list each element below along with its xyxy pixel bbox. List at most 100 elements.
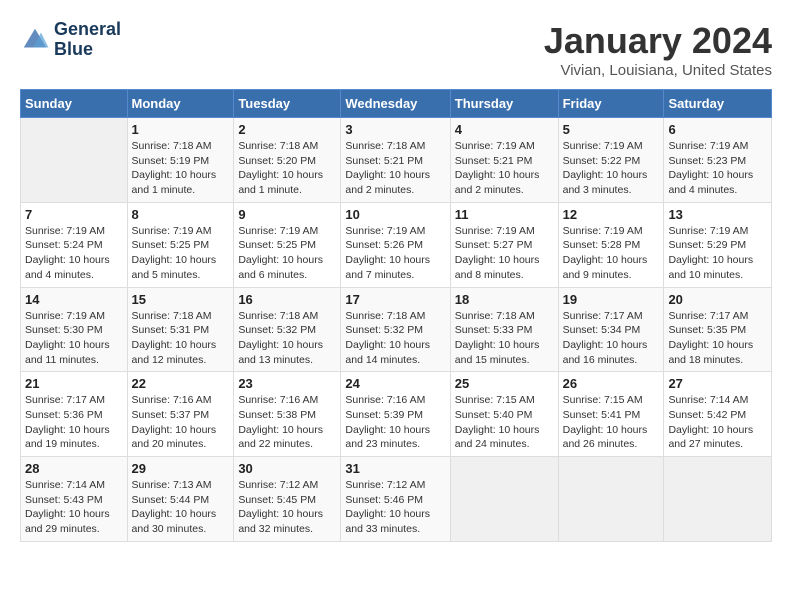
day-info: Sunrise: 7:12 AM Sunset: 5:46 PM Dayligh… <box>345 478 445 537</box>
week-row-5: 28 Sunrise: 7:14 AM Sunset: 5:43 PM Dayli… <box>21 457 772 542</box>
calendar-cell: 22 Sunrise: 7:16 AM Sunset: 5:37 PM Dayli… <box>127 372 234 457</box>
calendar-cell <box>21 118 128 203</box>
calendar-cell: 27Sunrise: 7:14 AM Sunset: 5:42 PM Dayli… <box>664 372 772 457</box>
day-number: 23 <box>238 376 336 391</box>
logo: General Blue <box>20 20 121 60</box>
calendar-cell: 7 Sunrise: 7:19 AM Sunset: 5:24 PM Daylig… <box>21 202 128 287</box>
day-number: 18 <box>455 292 554 307</box>
day-number: 20 <box>668 292 767 307</box>
calendar-cell: 3Sunrise: 7:18 AM Sunset: 5:21 PM Daylig… <box>341 118 450 203</box>
day-number: 11 <box>455 207 554 222</box>
week-row-4: 21 Sunrise: 7:17 AM Sunset: 5:36 PM Dayli… <box>21 372 772 457</box>
calendar-cell: 19 Sunrise: 7:17 AM Sunset: 5:34 PM Dayli… <box>558 287 664 372</box>
calendar-cell: 15 Sunrise: 7:18 AM Sunset: 5:31 PM Dayli… <box>127 287 234 372</box>
calendar-cell: 6Sunrise: 7:19 AM Sunset: 5:23 PM Daylig… <box>664 118 772 203</box>
day-number: 24 <box>345 376 445 391</box>
week-row-3: 14Sunrise: 7:19 AM Sunset: 5:30 PM Dayli… <box>21 287 772 372</box>
calendar-cell: 16Sunrise: 7:18 AM Sunset: 5:32 PM Dayli… <box>234 287 341 372</box>
calendar-table: SundayMondayTuesdayWednesdayThursdayFrid… <box>20 89 772 542</box>
day-header-tuesday: Tuesday <box>234 90 341 118</box>
calendar-cell: 8Sunrise: 7:19 AM Sunset: 5:25 PM Daylig… <box>127 202 234 287</box>
days-header-row: SundayMondayTuesdayWednesdayThursdayFrid… <box>21 90 772 118</box>
day-number: 25 <box>455 376 554 391</box>
day-number: 6 <box>668 122 767 137</box>
calendar-cell: 31Sunrise: 7:12 AM Sunset: 5:46 PM Dayli… <box>341 457 450 542</box>
calendar-cell: 30 Sunrise: 7:12 AM Sunset: 5:45 PM Dayli… <box>234 457 341 542</box>
day-info: Sunrise: 7:18 AM Sunset: 5:31 PM Dayligh… <box>132 309 230 368</box>
day-info: Sunrise: 7:19 AM Sunset: 5:21 PM Dayligh… <box>455 139 554 198</box>
calendar-cell: 11 Sunrise: 7:19 AM Sunset: 5:27 PM Dayli… <box>450 202 558 287</box>
day-number: 7 <box>25 207 123 222</box>
calendar-cell: 24 Sunrise: 7:16 AM Sunset: 5:39 PM Dayli… <box>341 372 450 457</box>
day-info: Sunrise: 7:19 AM Sunset: 5:30 PM Dayligh… <box>25 309 123 368</box>
day-info: Sunrise: 7:16 AM Sunset: 5:38 PM Dayligh… <box>238 393 336 452</box>
day-info: Sunrise: 7:15 AM Sunset: 5:41 PM Dayligh… <box>563 393 660 452</box>
day-number: 12 <box>563 207 660 222</box>
day-number: 15 <box>132 292 230 307</box>
day-info: Sunrise: 7:19 AM Sunset: 5:25 PM Dayligh… <box>238 224 336 283</box>
location: Vivian, Louisiana, United States <box>544 62 772 79</box>
calendar-cell: 9 Sunrise: 7:19 AM Sunset: 5:25 PM Daylig… <box>234 202 341 287</box>
day-info: Sunrise: 7:18 AM Sunset: 5:32 PM Dayligh… <box>345 309 445 368</box>
calendar-cell: 28 Sunrise: 7:14 AM Sunset: 5:43 PM Dayli… <box>21 457 128 542</box>
calendar-cell: 1Sunrise: 7:18 AM Sunset: 5:19 PM Daylig… <box>127 118 234 203</box>
day-info: Sunrise: 7:16 AM Sunset: 5:39 PM Dayligh… <box>345 393 445 452</box>
day-info: Sunrise: 7:17 AM Sunset: 5:35 PM Dayligh… <box>668 309 767 368</box>
logo-icon <box>20 25 50 55</box>
day-number: 19 <box>563 292 660 307</box>
day-header-monday: Monday <box>127 90 234 118</box>
logo-line2: Blue <box>54 40 121 60</box>
calendar-cell <box>558 457 664 542</box>
logo-text: General Blue <box>54 20 121 60</box>
day-number: 17 <box>345 292 445 307</box>
calendar-cell: 14Sunrise: 7:19 AM Sunset: 5:30 PM Dayli… <box>21 287 128 372</box>
calendar-cell: 12 Sunrise: 7:19 AM Sunset: 5:28 PM Dayli… <box>558 202 664 287</box>
calendar-cell: 10 Sunrise: 7:19 AM Sunset: 5:26 PM Dayli… <box>341 202 450 287</box>
calendar-cell: 4 Sunrise: 7:19 AM Sunset: 5:21 PM Daylig… <box>450 118 558 203</box>
calendar-cell: 5 Sunrise: 7:19 AM Sunset: 5:22 PM Daylig… <box>558 118 664 203</box>
day-number: 21 <box>25 376 123 391</box>
day-info: Sunrise: 7:18 AM Sunset: 5:20 PM Dayligh… <box>238 139 336 198</box>
day-info: Sunrise: 7:19 AM Sunset: 5:25 PM Dayligh… <box>132 224 230 283</box>
week-row-1: 1Sunrise: 7:18 AM Sunset: 5:19 PM Daylig… <box>21 118 772 203</box>
day-number: 1 <box>132 122 230 137</box>
day-info: Sunrise: 7:18 AM Sunset: 5:32 PM Dayligh… <box>238 309 336 368</box>
day-header-saturday: Saturday <box>664 90 772 118</box>
day-number: 22 <box>132 376 230 391</box>
day-number: 13 <box>668 207 767 222</box>
day-info: Sunrise: 7:19 AM Sunset: 5:26 PM Dayligh… <box>345 224 445 283</box>
calendar-cell: 2 Sunrise: 7:18 AM Sunset: 5:20 PM Daylig… <box>234 118 341 203</box>
day-info: Sunrise: 7:17 AM Sunset: 5:34 PM Dayligh… <box>563 309 660 368</box>
day-info: Sunrise: 7:19 AM Sunset: 5:28 PM Dayligh… <box>563 224 660 283</box>
day-info: Sunrise: 7:14 AM Sunset: 5:42 PM Dayligh… <box>668 393 767 452</box>
calendar-cell <box>664 457 772 542</box>
day-info: Sunrise: 7:12 AM Sunset: 5:45 PM Dayligh… <box>238 478 336 537</box>
day-info: Sunrise: 7:19 AM Sunset: 5:24 PM Dayligh… <box>25 224 123 283</box>
day-number: 10 <box>345 207 445 222</box>
day-header-friday: Friday <box>558 90 664 118</box>
day-number: 2 <box>238 122 336 137</box>
week-row-2: 7 Sunrise: 7:19 AM Sunset: 5:24 PM Daylig… <box>21 202 772 287</box>
day-info: Sunrise: 7:18 AM Sunset: 5:21 PM Dayligh… <box>345 139 445 198</box>
day-number: 28 <box>25 461 123 476</box>
calendar-cell: 18 Sunrise: 7:18 AM Sunset: 5:33 PM Dayli… <box>450 287 558 372</box>
day-number: 4 <box>455 122 554 137</box>
day-info: Sunrise: 7:14 AM Sunset: 5:43 PM Dayligh… <box>25 478 123 537</box>
calendar-cell: 26Sunrise: 7:15 AM Sunset: 5:41 PM Dayli… <box>558 372 664 457</box>
day-number: 29 <box>132 461 230 476</box>
day-info: Sunrise: 7:16 AM Sunset: 5:37 PM Dayligh… <box>132 393 230 452</box>
day-info: Sunrise: 7:17 AM Sunset: 5:36 PM Dayligh… <box>25 393 123 452</box>
day-number: 30 <box>238 461 336 476</box>
day-number: 5 <box>563 122 660 137</box>
title-block: January 2024 Vivian, Louisiana, United S… <box>544 20 772 79</box>
day-info: Sunrise: 7:15 AM Sunset: 5:40 PM Dayligh… <box>455 393 554 452</box>
day-info: Sunrise: 7:19 AM Sunset: 5:27 PM Dayligh… <box>455 224 554 283</box>
month-title: January 2024 <box>544 20 772 62</box>
day-info: Sunrise: 7:19 AM Sunset: 5:22 PM Dayligh… <box>563 139 660 198</box>
day-number: 9 <box>238 207 336 222</box>
day-header-thursday: Thursday <box>450 90 558 118</box>
calendar-cell: 13 Sunrise: 7:19 AM Sunset: 5:29 PM Dayli… <box>664 202 772 287</box>
calendar-cell: 17 Sunrise: 7:18 AM Sunset: 5:32 PM Dayli… <box>341 287 450 372</box>
day-info: Sunrise: 7:18 AM Sunset: 5:33 PM Dayligh… <box>455 309 554 368</box>
day-info: Sunrise: 7:19 AM Sunset: 5:29 PM Dayligh… <box>668 224 767 283</box>
